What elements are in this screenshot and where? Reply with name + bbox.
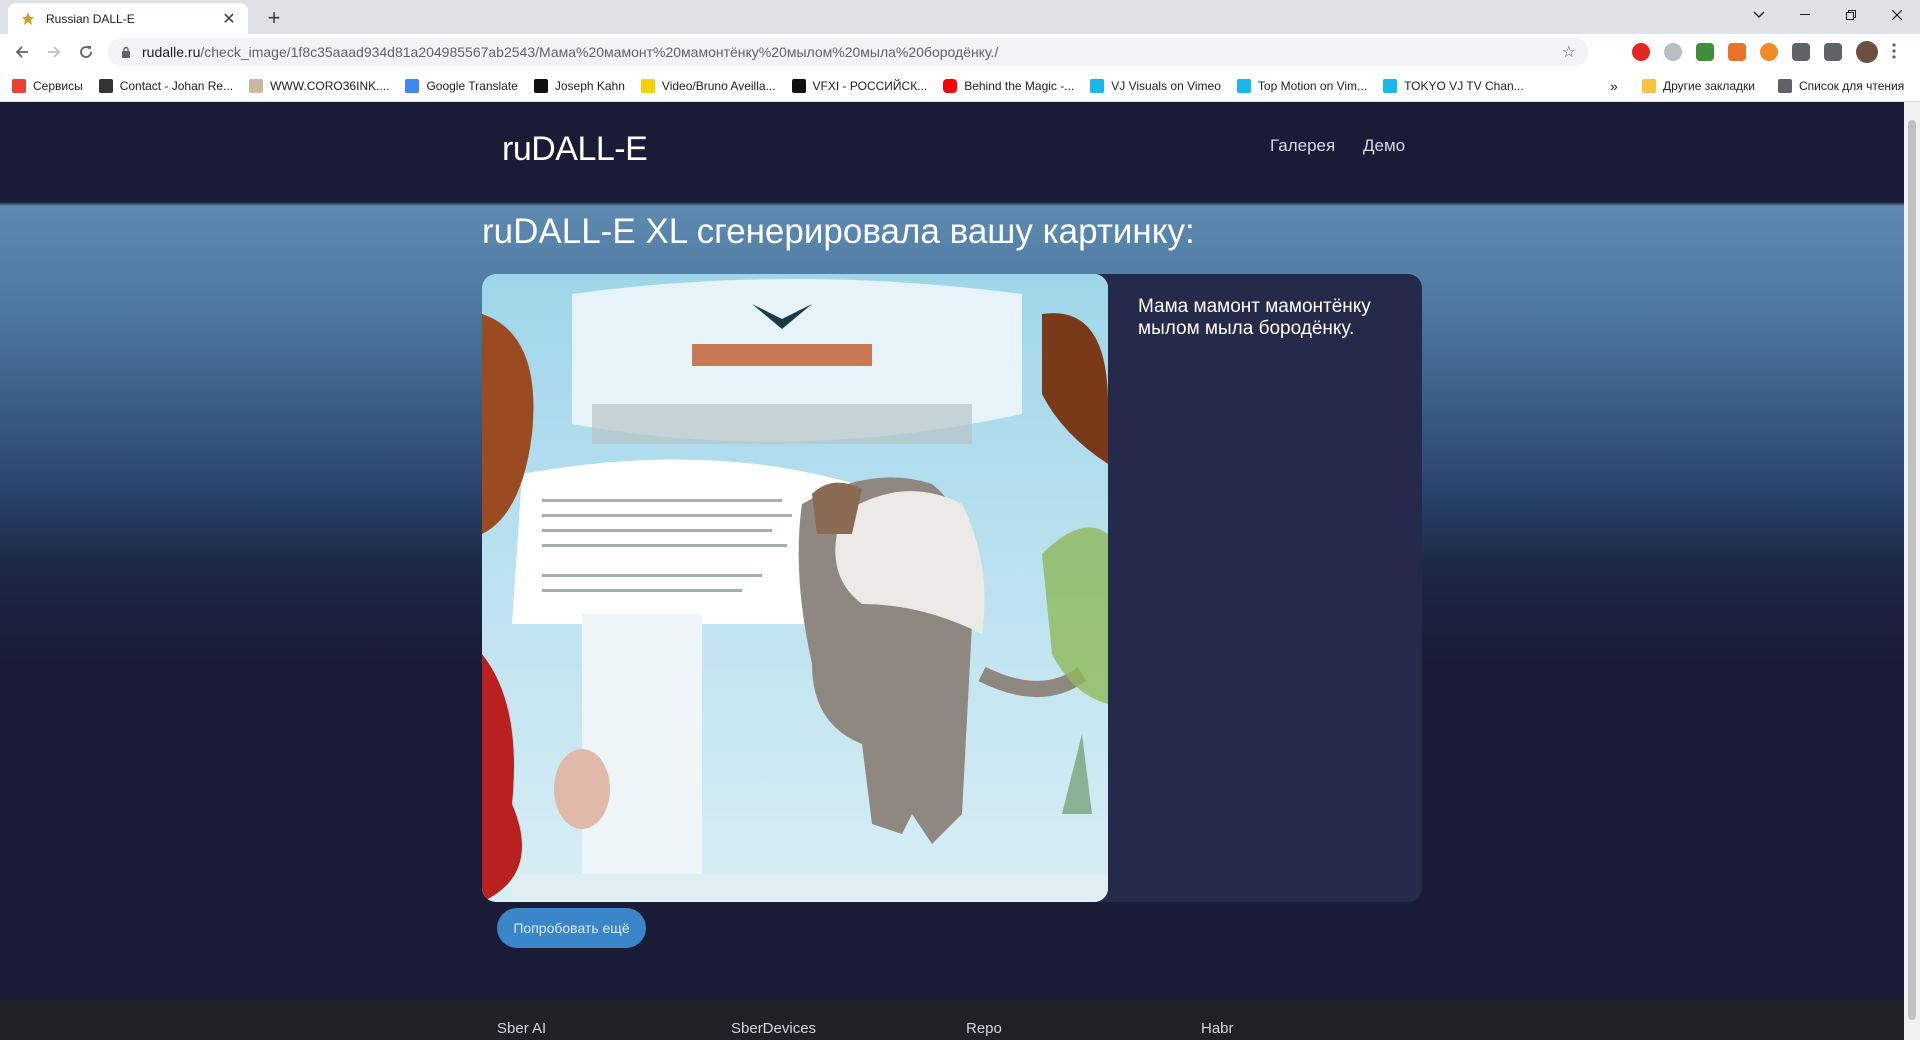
profile-avatar[interactable] [1856,41,1878,63]
page-title: ruDALL-E XL сгенерировала вашу картинку: [482,212,1195,251]
jr-favicon-icon [98,78,113,93]
bookmark-item[interactable]: WWW.CORO36INK.... [249,78,390,93]
bookmark-item[interactable]: Google Translate [405,78,518,93]
bookmark-item[interactable]: VFXI - РОССИЙСК... [791,78,928,93]
window-close-icon[interactable] [1874,0,1920,30]
lock-icon [122,46,130,58]
bookmark-item[interactable]: Joseph Kahn [533,78,625,93]
bookmark-item[interactable]: VJ Visuals on Vimeo [1090,78,1221,93]
reload-icon[interactable] [72,38,100,66]
new-badge-icon [640,78,655,93]
footer-link-repo[interactable]: Repo [966,1020,1002,1037]
site-header: ruDALL-E Галерея Демо [0,102,1904,202]
url-path: /check_image/1f8c35aaad934d81a204985567a… [200,44,999,60]
new-tab-button[interactable]: + [260,4,288,32]
apps-grid-icon [12,78,26,93]
reading-list-icon [1778,79,1792,93]
generated-image [482,274,1108,902]
site-logo[interactable]: ruDALL-E [502,130,648,169]
nav-gallery-link[interactable]: Галерея [1270,136,1335,156]
more-bookmarks-button[interactable]: » [1610,70,1618,102]
bookmark-item[interactable]: Video/Bruno Aveilla... [640,78,776,93]
back-icon[interactable] [8,38,36,66]
bookmark-label: Video/Bruno Aveilla... [661,78,776,93]
bookmark-item[interactable]: TOKYO VJ TV Chan... [1383,78,1524,93]
bookmark-label: WWW.CORO36INK.... [270,78,390,93]
site-favicon-icon [249,78,264,93]
tab-title: Russian DALL-E [46,11,135,26]
reading-list-label: Список для чтения [1799,79,1905,93]
rudalle-favicon-icon [22,11,34,25]
bookmark-label: Google Translate [426,78,518,93]
bookmarks-bar: Сервисы Contact - Johan Re... WWW.CORO36… [0,70,1920,102]
other-bookmarks-folder[interactable]: Другие закладки [1642,70,1755,102]
browser-toolbar: rudalle.ru/check_image/1f8c35aaad934d81a… [0,34,1920,70]
vfxi-favicon-icon [791,78,806,93]
bookmark-services[interactable]: Сервисы [12,78,83,93]
tab-close-icon[interactable]: ✕ [220,9,238,29]
folder-icon [1642,79,1656,93]
address-bar[interactable]: rudalle.ru/check_image/1f8c35aaad934d81a… [108,38,1588,66]
other-bookmarks-label: Другие закладки [1663,79,1755,93]
tab-search-icon[interactable] [1736,0,1782,30]
prompt-caption: Мама мамонт мамонтёнку мылом мыла бородё… [1138,296,1371,339]
page-scrollbar[interactable] [1904,102,1920,1040]
forward-icon[interactable] [40,38,68,66]
site-footer: Sber AI SberDevices Repo Habr [0,1000,1904,1040]
nav-demo-link[interactable]: Демо [1363,136,1405,156]
tab-strip: Russian DALL-E ✕ + [0,0,1920,34]
vimeo-icon [1236,78,1251,93]
vimeo-icon [1383,78,1398,93]
bookmark-label: TOKYO VJ TV Chan... [1404,78,1524,93]
puzzle-extensions-icon[interactable] [1792,43,1810,61]
bookmark-star-icon[interactable]: ☆ [1562,42,1576,62]
green-extension-icon[interactable] [1696,43,1714,61]
url-host: rudalle.ru [142,44,201,60]
try-again-button[interactable]: Попробовать ещё [497,908,646,948]
globe-extension-icon[interactable] [1664,43,1682,61]
footer-link-sberdevices[interactable]: SberDevices [731,1020,816,1037]
bookmark-item[interactable]: Contact - Johan Re... [98,78,234,93]
bookmark-label: Joseph Kahn [554,78,625,93]
bookmark-item[interactable]: Behind the Magic -... [943,78,1075,93]
b-extension-icon[interactable] [1760,43,1778,61]
browser-tab[interactable]: Russian DALL-E ✕ [8,3,248,34]
footer-link-sber-ai[interactable]: Sber AI [497,1020,546,1037]
reading-list-button[interactable]: Список для чтения [1778,70,1904,102]
url-text: rudalle.ru/check_image/1f8c35aaad934d81a… [142,44,1562,60]
bookmark-label: Top Motion on Vim... [1257,78,1368,93]
bookmark-label: VJ Visuals on Vimeo [1111,78,1221,93]
result-card: Мама мамонт мамонтёнку мылом мыла бородё… [482,274,1422,902]
opera-extension-icon[interactable] [1632,43,1650,61]
page-viewport: ruDALL-E Галерея Демо ruDALL-E XL сгенер… [0,102,1904,1040]
youtube-icon [943,78,958,93]
orange-extension-icon[interactable] [1728,43,1746,61]
vimeo-icon [1090,78,1105,93]
site-favicon-icon [533,78,548,93]
bookmark-item[interactable]: Top Motion on Vim... [1236,78,1368,93]
footer-link-habr[interactable]: Habr [1201,1020,1234,1037]
bookmark-label: VFXI - РОССИЙСК... [812,78,928,93]
minimize-icon[interactable] [1782,0,1828,30]
reading-list-icon[interactable] [1824,43,1842,61]
generated-image-illustration [482,274,1108,902]
restore-icon[interactable] [1828,0,1874,30]
menu-kebab-icon[interactable] [1892,43,1896,59]
bookmark-label: Contact - Johan Re... [119,78,234,93]
bookmark-label: Сервисы [33,78,83,93]
google-translate-icon [405,78,420,93]
bookmark-label: Behind the Magic -... [964,78,1075,93]
scrollbar-thumb[interactable] [1908,120,1916,1020]
